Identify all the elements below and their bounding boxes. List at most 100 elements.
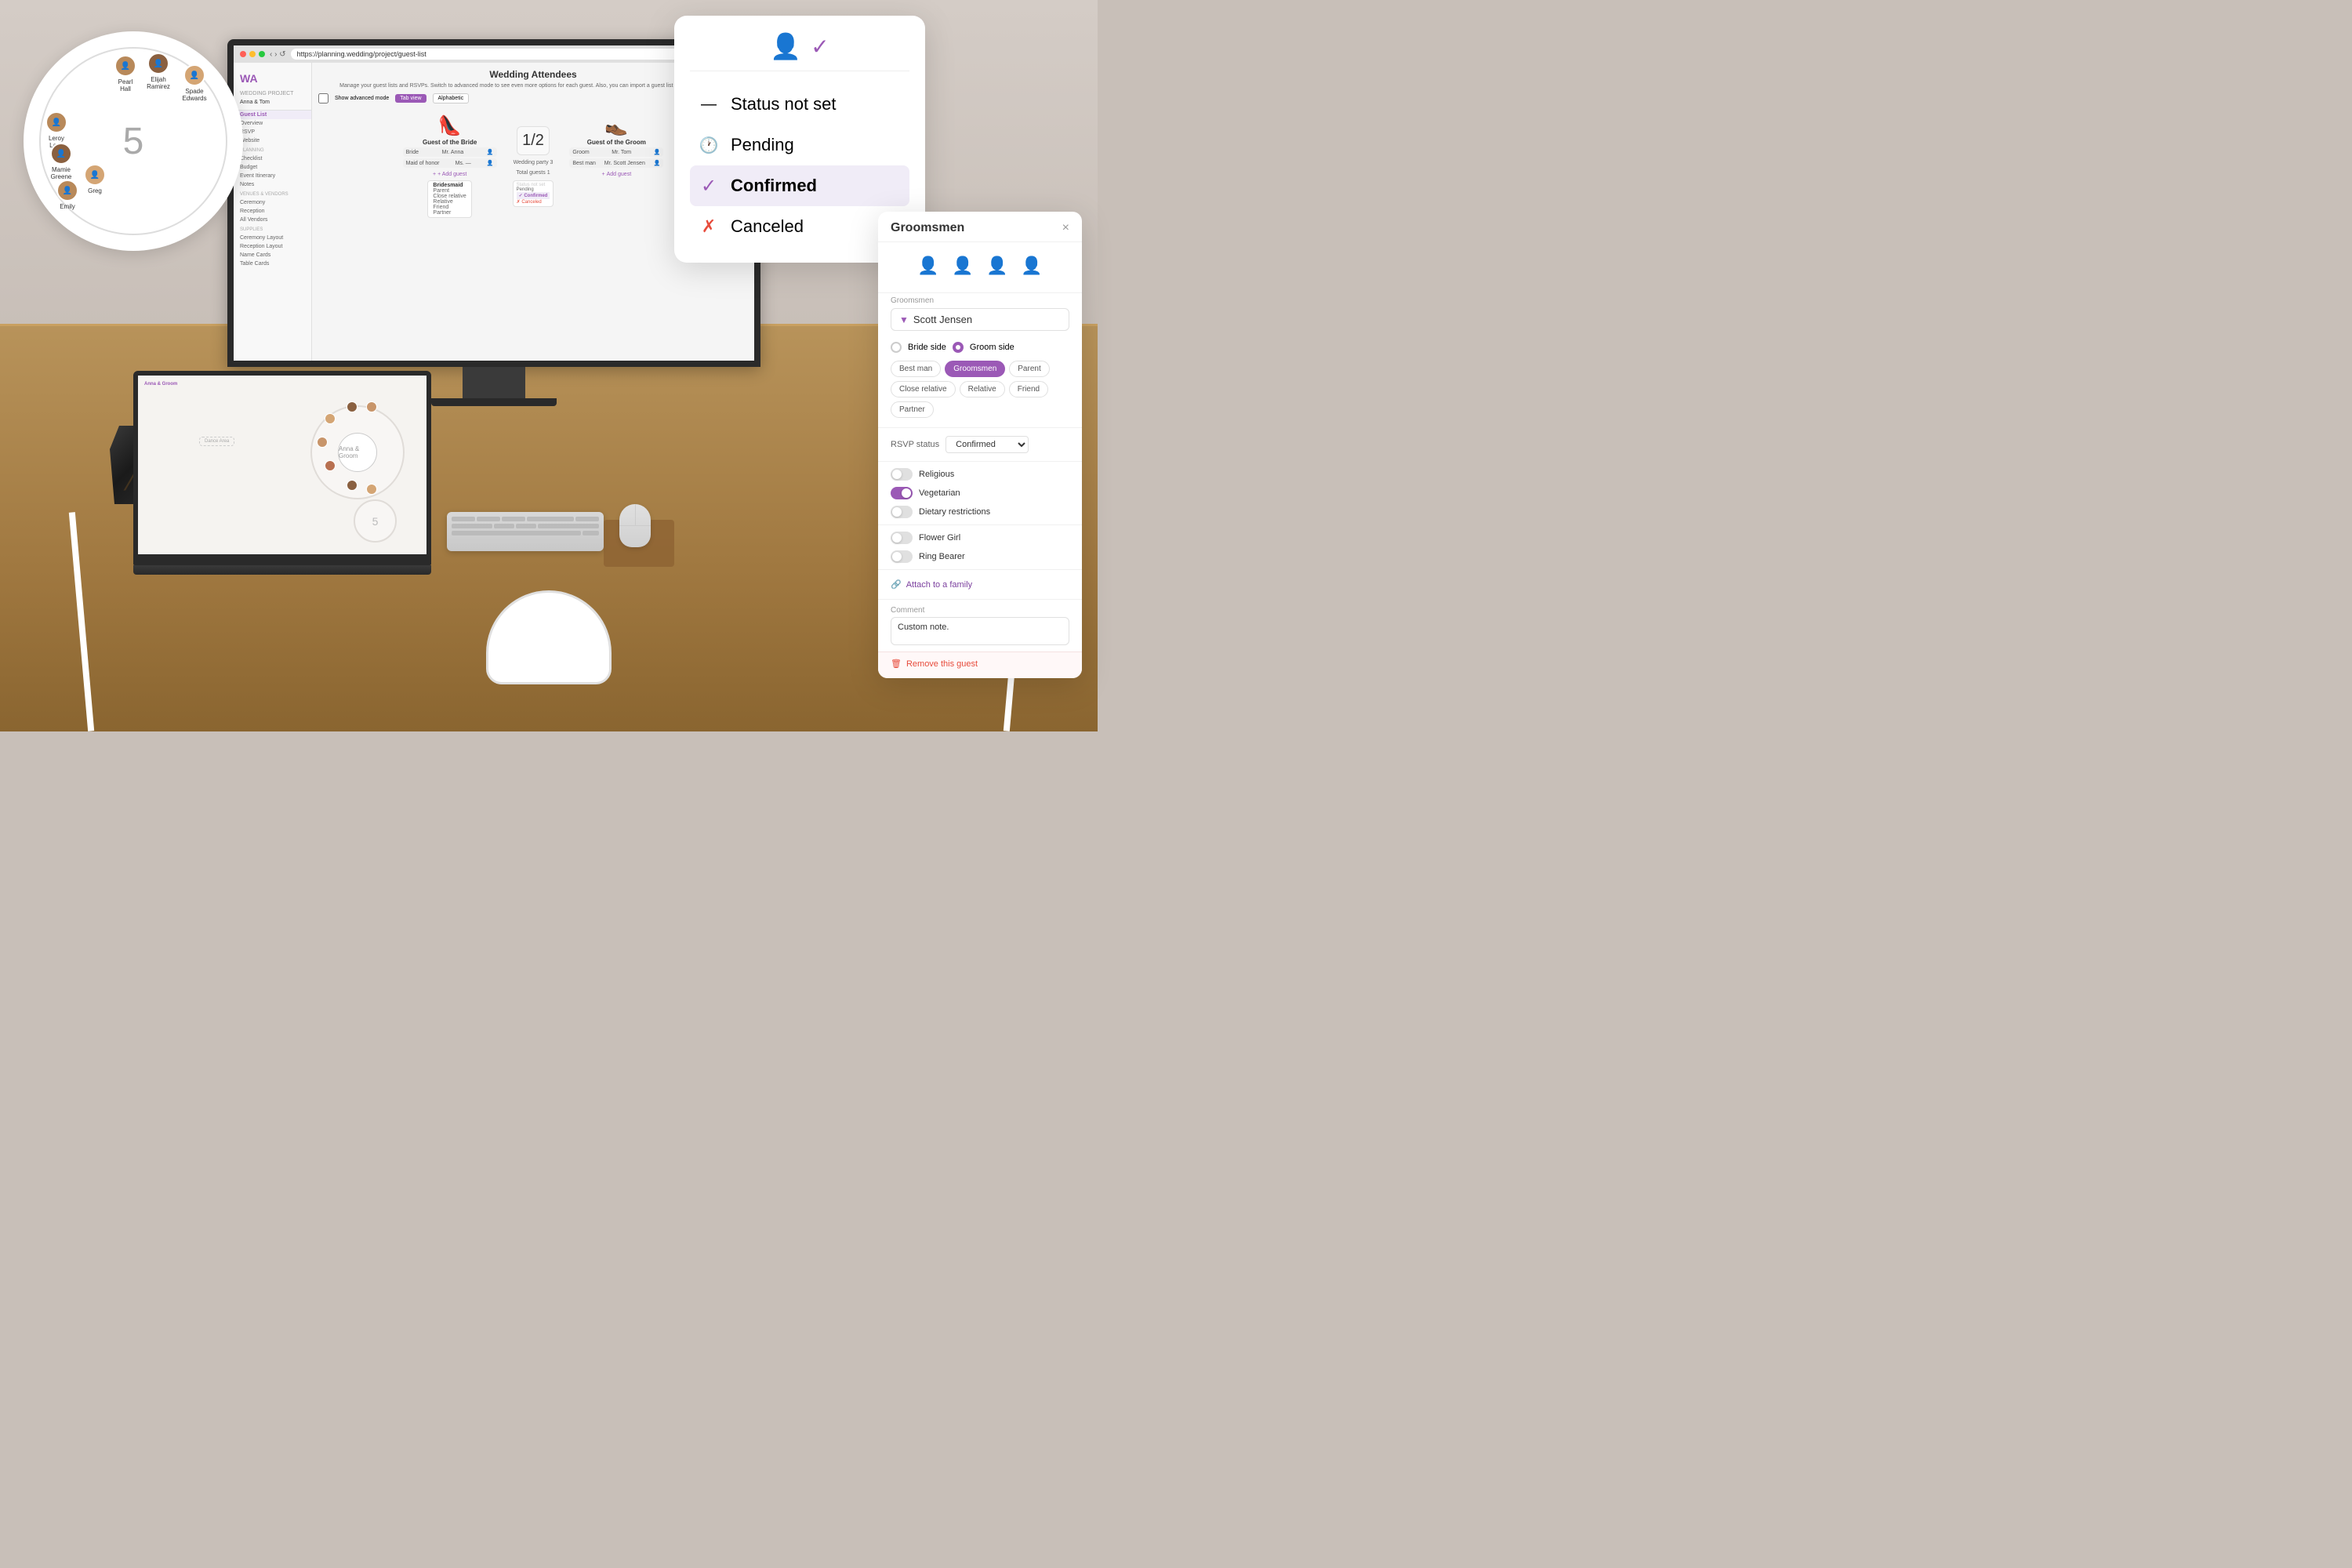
sidebar-link-rsvp[interactable]: RSVP <box>234 128 311 136</box>
alphabetic-btn[interactable]: Alphabetic <box>433 93 470 103</box>
role-dropdown-container: Bridesmaid Parent Close relative Relativ… <box>427 180 471 218</box>
keyboard-row-3 <box>452 531 599 535</box>
dropdown-item-friend[interactable]: Friend <box>433 205 466 210</box>
comment-textarea[interactable]: Custom note. <box>891 617 1069 645</box>
groomsmen-section-label: Groomsmen <box>878 296 1082 308</box>
ratio-value: 1/2 <box>522 132 544 150</box>
dropdown-item-parent[interactable]: Parent <box>433 188 466 194</box>
groom-column: 👞 Guest of the Groom Groom Mr. Tom 👤 Bes… <box>569 114 663 218</box>
sidebar-link-overview[interactable]: Overview <box>234 119 311 128</box>
role-btn-partner[interactable]: Partner <box>891 401 934 418</box>
role-btn-groomsmen[interactable]: Groomsmen <box>945 361 1005 377</box>
nav-buttons[interactable]: ‹ › ↺ <box>270 50 286 59</box>
mini-rsvp-canceled[interactable]: ✗ Canceled <box>517 199 550 205</box>
dropdown-item-bridesmaid[interactable]: Bridesmaid <box>433 183 466 188</box>
vegetarian-toggle[interactable] <box>891 487 913 499</box>
trash-icon: 🗑 <box>891 659 902 669</box>
dropdown-item-relative[interactable]: Relative <box>433 199 466 205</box>
rsvp-item-canceled[interactable]: ✗ Canceled <box>690 206 909 247</box>
add-guest-bride-btn[interactable]: ++ Add guest <box>433 172 466 177</box>
role-btn-best-man[interactable]: Best man <box>891 361 941 377</box>
rsvp-item-confirmed[interactable]: ✓ Confirmed <box>690 165 909 206</box>
avatar-mamie-greene: 👤 <box>50 143 72 165</box>
close-window-btn[interactable] <box>240 51 246 57</box>
add-guest-groom-btn[interactable]: +Add guest <box>602 172 632 177</box>
dropdown-item-close-relative[interactable]: Close relative <box>433 194 466 199</box>
role-btn-friend[interactable]: Friend <box>1009 381 1048 397</box>
minimize-window-btn[interactable] <box>249 51 256 57</box>
supplies-section-label: SUPPLIES <box>234 224 311 234</box>
rsvp-item-pending[interactable]: 🕐 Pending <box>690 125 909 165</box>
mini-rsvp-not-set[interactable]: Status not set <box>517 183 550 187</box>
flower-girl-toggle[interactable] <box>891 532 913 544</box>
sidebar-link-table-cards[interactable]: Table Cards <box>234 260 311 268</box>
maximize-window-btn[interactable] <box>259 51 265 57</box>
role-dropdown[interactable]: Bridesmaid Parent Close relative Relativ… <box>427 180 471 218</box>
attach-label: Attach to a family <box>906 580 972 590</box>
panel-title: Groomsmen <box>891 221 964 235</box>
religious-toggle[interactable] <box>891 468 913 481</box>
key <box>452 517 475 521</box>
panel-close-btn[interactable]: × <box>1062 221 1069 235</box>
dropdown-item-partner[interactable]: Partner <box>433 210 466 216</box>
sidebar-link-guest-list[interactable]: Guest List <box>234 111 311 119</box>
sidebar-link-reception[interactable]: Reception <box>234 207 311 216</box>
key <box>452 524 492 528</box>
sidebar-link-reception-layout[interactable]: Reception Layout <box>234 242 311 251</box>
app-sidebar: WA WEDDING PROJECT Anna & Tom Guest List… <box>234 63 312 361</box>
toggle-knob <box>892 470 902 479</box>
seat-person-emily: 👤 Emily <box>56 180 78 210</box>
groom-icon: 👤 <box>654 149 661 155</box>
sidebar-link-budget[interactable]: Budget <box>234 163 311 172</box>
divider-2 <box>878 427 1082 428</box>
side-selection-row: Bride side Groom side <box>878 339 1082 356</box>
attach-family-btn[interactable]: 🔗 Attach to a family <box>878 573 1082 596</box>
comment-label: Comment <box>878 603 1082 617</box>
rsvp-item-not-set[interactable]: — Status not set <box>690 84 909 125</box>
sidebar-link-all-vendors[interactable]: All Vendors <box>234 216 311 224</box>
name-dropdown[interactable]: ▼ Scott Jensen <box>891 308 1069 331</box>
rsvp-status-select[interactable]: Confirmed Pending Canceled Status not se… <box>946 436 1029 453</box>
table-inner-circle: Anna & Groom <box>338 433 377 472</box>
key <box>477 517 500 521</box>
groom-side-radio[interactable] <box>953 342 964 353</box>
mouse-left-btn[interactable] <box>619 504 636 525</box>
sidebar-link-notes[interactable]: Notes <box>234 180 311 189</box>
role-btn-parent[interactable]: Parent <box>1009 361 1049 377</box>
flower-girl-label: Flower Girl <box>919 533 960 543</box>
divider-1 <box>878 292 1082 293</box>
remove-guest-btn[interactable]: 🗑 Remove this guest <box>878 652 1082 678</box>
role-btn-relative[interactable]: Relative <box>960 381 1005 397</box>
avatar-elijah-ramirez: 👤 <box>147 53 169 74</box>
keyboard-keys <box>447 512 604 540</box>
sidebar-link-checklist[interactable]: Checklist <box>234 154 311 163</box>
tab-view-btn[interactable]: Tab view <box>395 94 426 103</box>
mouse-right-btn[interactable] <box>636 504 652 525</box>
mini-rsvp-confirmed[interactable]: ✓ Confirmed <box>517 192 550 199</box>
maid-of-honor-field: Maid of honor Ms. — 👤 <box>403 158 497 168</box>
ring-bearer-toggle[interactable] <box>891 550 913 563</box>
sidebar-link-event-itinerary[interactable]: Event Itinerary <box>234 172 311 180</box>
toggle-knob-diet <box>892 507 902 517</box>
sidebar-link-ceremony-layout[interactable]: Ceremony Layout <box>234 234 311 242</box>
seat-person-spade-edwards: 👤 SpadeEdwards <box>179 64 210 102</box>
laptop-avatar-4 <box>317 437 328 448</box>
mini-rsvp-dropdown[interactable]: Status not set Pending ✓ Confirmed ✗ Can… <box>513 180 554 207</box>
dietary-toggle[interactable] <box>891 506 913 518</box>
keyboard <box>447 512 604 551</box>
laptop-seating-layout: Anna & Groom Dance Area Anna & Groom <box>138 376 426 554</box>
sidebar-link-ceremony[interactable]: Ceremony <box>234 198 311 207</box>
bride-side-radio[interactable] <box>891 342 902 353</box>
advanced-mode-toggle[interactable] <box>318 93 328 103</box>
laptop-table-name: Anna & Groom <box>339 445 376 459</box>
role-btn-close-relative[interactable]: Close relative <box>891 381 956 397</box>
vegetarian-label: Vegetarian <box>919 488 960 498</box>
key <box>538 524 599 528</box>
person-icon-1: 👤 <box>914 252 942 280</box>
bride-icon: 👤 <box>487 149 494 155</box>
sidebar-link-name-cards[interactable]: Name Cards <box>234 251 311 260</box>
sidebar-link-website[interactable]: Website <box>234 136 311 145</box>
toggle-knob-fg <box>892 533 902 543</box>
venue-section-label: VENUES & VENDORS <box>234 189 311 198</box>
bm-label: Best man <box>572 161 596 166</box>
